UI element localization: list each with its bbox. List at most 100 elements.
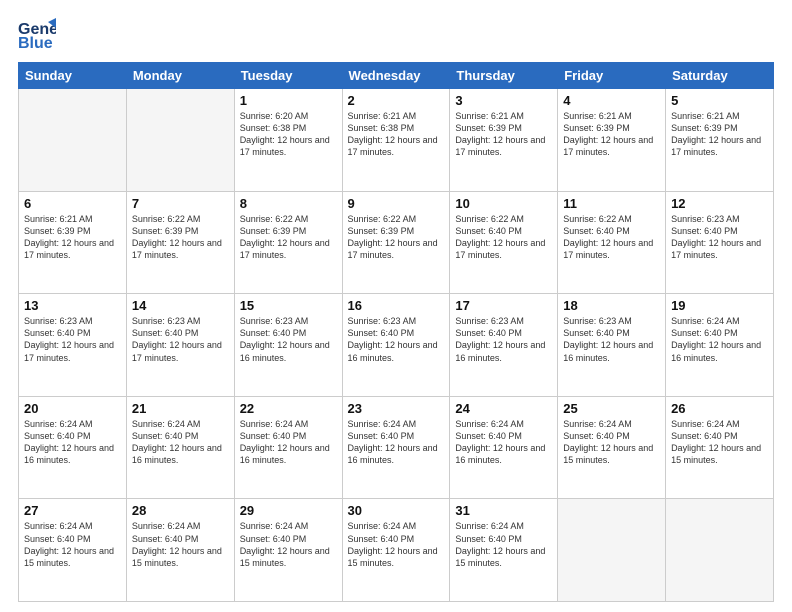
day-number: 3	[455, 93, 552, 108]
day-info: Sunrise: 6:23 AM Sunset: 6:40 PM Dayligh…	[132, 315, 229, 364]
day-number: 30	[348, 503, 445, 518]
weekday-header-friday: Friday	[558, 63, 666, 89]
day-info: Sunrise: 6:22 AM Sunset: 6:39 PM Dayligh…	[132, 213, 229, 262]
day-number: 22	[240, 401, 337, 416]
day-number: 8	[240, 196, 337, 211]
day-number: 13	[24, 298, 121, 313]
calendar-cell: 9 Sunrise: 6:22 AM Sunset: 6:39 PM Daylig…	[342, 191, 450, 294]
weekday-header-tuesday: Tuesday	[234, 63, 342, 89]
day-info: Sunrise: 6:24 AM Sunset: 6:40 PM Dayligh…	[455, 418, 552, 467]
day-info: Sunrise: 6:21 AM Sunset: 6:39 PM Dayligh…	[24, 213, 121, 262]
calendar-cell: 2Sunrise: 6:21 AM Sunset: 6:38 PM Daylig…	[342, 89, 450, 192]
calendar-cell: 17Sunrise: 6:23 AM Sunset: 6:40 PM Dayli…	[450, 294, 558, 397]
weekday-header-sunday: Sunday	[19, 63, 127, 89]
calendar-cell: 3Sunrise: 6:21 AM Sunset: 6:39 PM Daylig…	[450, 89, 558, 192]
day-info: Sunrise: 6:23 AM Sunset: 6:40 PM Dayligh…	[348, 315, 445, 364]
calendar-cell: 16Sunrise: 6:23 AM Sunset: 6:40 PM Dayli…	[342, 294, 450, 397]
day-info: Sunrise: 6:23 AM Sunset: 6:40 PM Dayligh…	[671, 213, 768, 262]
week-row-1: 1Sunrise: 6:20 AM Sunset: 6:38 PM Daylig…	[19, 89, 774, 192]
day-info: Sunrise: 6:21 AM Sunset: 6:39 PM Dayligh…	[563, 110, 660, 159]
calendar-cell: 29 Sunrise: 6:24 AM Sunset: 6:40 PM Dayli…	[234, 499, 342, 602]
day-number: 12	[671, 196, 768, 211]
calendar-cell	[666, 499, 774, 602]
day-info: Sunrise: 6:24 AM Sunset: 6:40 PM Dayligh…	[455, 520, 552, 569]
day-number: 7	[132, 196, 229, 211]
calendar-cell: 10 Sunrise: 6:22 AM Sunset: 6:40 PM Dayli…	[450, 191, 558, 294]
calendar-cell: 12 Sunrise: 6:23 AM Sunset: 6:40 PM Dayli…	[666, 191, 774, 294]
day-number: 29	[240, 503, 337, 518]
day-number: 31	[455, 503, 552, 518]
calendar-cell: 26Sunrise: 6:24 AM Sunset: 6:40 PM Dayli…	[666, 396, 774, 499]
calendar-cell: 11 Sunrise: 6:22 AM Sunset: 6:40 PM Dayli…	[558, 191, 666, 294]
day-number: 21	[132, 401, 229, 416]
calendar-cell: 13 Sunrise: 6:23 AM Sunset: 6:40 PM Dayli…	[19, 294, 127, 397]
calendar-cell: 6 Sunrise: 6:21 AM Sunset: 6:39 PM Daylig…	[19, 191, 127, 294]
calendar-cell: 28 Sunrise: 6:24 AM Sunset: 6:40 PM Dayli…	[126, 499, 234, 602]
week-row-4: 20 Sunrise: 6:24 AM Sunset: 6:40 PM Dayli…	[19, 396, 774, 499]
calendar-cell: 21 Sunrise: 6:24 AM Sunset: 6:40 PM Dayli…	[126, 396, 234, 499]
day-info: Sunrise: 6:23 AM Sunset: 6:40 PM Dayligh…	[24, 315, 121, 364]
day-info: Sunrise: 6:22 AM Sunset: 6:39 PM Dayligh…	[348, 213, 445, 262]
day-info: Sunrise: 6:24 AM Sunset: 6:40 PM Dayligh…	[240, 418, 337, 467]
day-info: Sunrise: 6:23 AM Sunset: 6:40 PM Dayligh…	[240, 315, 337, 364]
calendar-cell: 8Sunrise: 6:22 AM Sunset: 6:39 PM Daylig…	[234, 191, 342, 294]
day-info: Sunrise: 6:24 AM Sunset: 6:40 PM Dayligh…	[132, 418, 229, 467]
day-number: 27	[24, 503, 121, 518]
day-info: Sunrise: 6:24 AM Sunset: 6:40 PM Dayligh…	[24, 520, 121, 569]
day-info: Sunrise: 6:24 AM Sunset: 6:40 PM Dayligh…	[563, 418, 660, 467]
calendar-cell: 25Sunrise: 6:24 AM Sunset: 6:40 PM Dayli…	[558, 396, 666, 499]
calendar-cell: 15 Sunrise: 6:23 AM Sunset: 6:40 PM Dayli…	[234, 294, 342, 397]
day-number: 10	[455, 196, 552, 211]
day-info: Sunrise: 6:23 AM Sunset: 6:40 PM Dayligh…	[563, 315, 660, 364]
day-info: Sunrise: 6:24 AM Sunset: 6:40 PM Dayligh…	[240, 520, 337, 569]
logo: General Blue	[18, 18, 56, 52]
day-number: 26	[671, 401, 768, 416]
week-row-5: 27 Sunrise: 6:24 AM Sunset: 6:40 PM Dayli…	[19, 499, 774, 602]
day-number: 4	[563, 93, 660, 108]
week-row-2: 6 Sunrise: 6:21 AM Sunset: 6:39 PM Daylig…	[19, 191, 774, 294]
week-row-3: 13 Sunrise: 6:23 AM Sunset: 6:40 PM Dayli…	[19, 294, 774, 397]
day-number: 28	[132, 503, 229, 518]
day-number: 9	[348, 196, 445, 211]
weekday-header-monday: Monday	[126, 63, 234, 89]
calendar-cell	[19, 89, 127, 192]
day-info: Sunrise: 6:24 AM Sunset: 6:40 PM Dayligh…	[348, 418, 445, 467]
calendar-cell: 4 Sunrise: 6:21 AM Sunset: 6:39 PM Daylig…	[558, 89, 666, 192]
calendar-cell: 31 Sunrise: 6:24 AM Sunset: 6:40 PM Dayli…	[450, 499, 558, 602]
calendar-cell: 18Sunrise: 6:23 AM Sunset: 6:40 PM Dayli…	[558, 294, 666, 397]
page: General Blue SundayMondayTuesdayWednesda…	[0, 0, 792, 612]
day-number: 20	[24, 401, 121, 416]
calendar-cell	[126, 89, 234, 192]
calendar-cell: 20 Sunrise: 6:24 AM Sunset: 6:40 PM Dayli…	[19, 396, 127, 499]
weekday-header-saturday: Saturday	[666, 63, 774, 89]
header: General Blue	[18, 18, 774, 52]
day-info: Sunrise: 6:21 AM Sunset: 6:38 PM Dayligh…	[348, 110, 445, 159]
weekday-header-row: SundayMondayTuesdayWednesdayThursdayFrid…	[19, 63, 774, 89]
day-number: 15	[240, 298, 337, 313]
day-info: Sunrise: 6:24 AM Sunset: 6:40 PM Dayligh…	[671, 315, 768, 364]
day-info: Sunrise: 6:24 AM Sunset: 6:40 PM Dayligh…	[24, 418, 121, 467]
calendar-cell: 27 Sunrise: 6:24 AM Sunset: 6:40 PM Dayli…	[19, 499, 127, 602]
calendar-cell	[558, 499, 666, 602]
day-info: Sunrise: 6:20 AM Sunset: 6:38 PM Dayligh…	[240, 110, 337, 159]
calendar-table: SundayMondayTuesdayWednesdayThursdayFrid…	[18, 62, 774, 602]
day-number: 5	[671, 93, 768, 108]
day-number: 11	[563, 196, 660, 211]
weekday-header-thursday: Thursday	[450, 63, 558, 89]
calendar-cell: 14Sunrise: 6:23 AM Sunset: 6:40 PM Dayli…	[126, 294, 234, 397]
calendar-cell: 24Sunrise: 6:24 AM Sunset: 6:40 PM Dayli…	[450, 396, 558, 499]
day-info: Sunrise: 6:23 AM Sunset: 6:40 PM Dayligh…	[455, 315, 552, 364]
day-number: 23	[348, 401, 445, 416]
calendar-cell: 1Sunrise: 6:20 AM Sunset: 6:38 PM Daylig…	[234, 89, 342, 192]
calendar-cell: 30Sunrise: 6:24 AM Sunset: 6:40 PM Dayli…	[342, 499, 450, 602]
day-number: 6	[24, 196, 121, 211]
calendar-cell: 22 Sunrise: 6:24 AM Sunset: 6:40 PM Dayli…	[234, 396, 342, 499]
logo-icon: General Blue	[18, 18, 56, 52]
weekday-header-wednesday: Wednesday	[342, 63, 450, 89]
calendar-cell: 19Sunrise: 6:24 AM Sunset: 6:40 PM Dayli…	[666, 294, 774, 397]
calendar-cell: 7 Sunrise: 6:22 AM Sunset: 6:39 PM Daylig…	[126, 191, 234, 294]
day-info: Sunrise: 6:22 AM Sunset: 6:40 PM Dayligh…	[563, 213, 660, 262]
day-info: Sunrise: 6:22 AM Sunset: 6:40 PM Dayligh…	[455, 213, 552, 262]
day-info: Sunrise: 6:24 AM Sunset: 6:40 PM Dayligh…	[132, 520, 229, 569]
calendar-cell: 5Sunrise: 6:21 AM Sunset: 6:39 PM Daylig…	[666, 89, 774, 192]
